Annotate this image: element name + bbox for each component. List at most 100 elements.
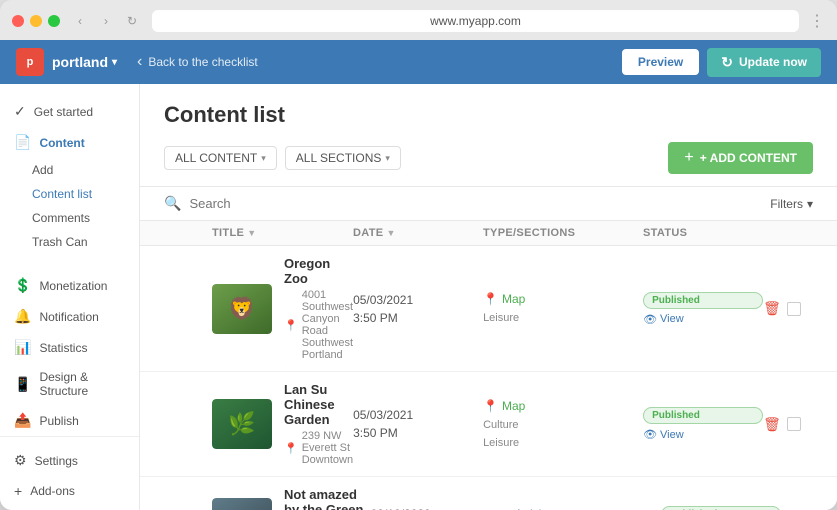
item-type-2: 📍 Map Culture Leisure: [483, 397, 643, 452]
item-thumbnail-2: 🌿: [212, 399, 272, 449]
status-badge-3: Published: [661, 506, 781, 510]
maximize-button[interactable]: [48, 15, 60, 27]
addons-icon: +: [14, 483, 22, 499]
type-link-2[interactable]: 📍 Map: [483, 397, 643, 415]
nav-buttons: ‹ › ↻: [70, 11, 142, 31]
preview-button[interactable]: Preview: [622, 49, 699, 75]
location-icon: 📍: [284, 442, 298, 455]
sidebar-sub-item-content-list[interactable]: Content list: [0, 182, 139, 206]
item-type-3: ✏ Articles Local Tips: [501, 505, 661, 510]
monetization-icon: 💲: [14, 277, 31, 294]
item-actions-1: 🗑: [763, 300, 813, 317]
item-name-3[interactable]: Not amazed by the Green Park: [284, 487, 371, 510]
header-actions: [763, 227, 813, 239]
item-name-2[interactable]: Lan Su Chinese Garden: [284, 382, 353, 427]
view-link-2[interactable]: 👁 View: [643, 428, 763, 441]
search-input[interactable]: [189, 196, 762, 211]
main-layout: ✓ Get started 📄 Content Add Content list…: [0, 84, 837, 510]
item-status-1: Published 👁 View: [643, 292, 763, 326]
table-row: 🌿 Lan Su Chinese Garden 📍 239 NW Everett…: [140, 372, 837, 477]
sidebar-item-publish[interactable]: 📤 Publish: [0, 405, 139, 436]
type-sections-2: Culture: [483, 417, 643, 434]
traffic-lights: [12, 15, 60, 27]
map-icon: 📍: [483, 290, 498, 308]
type-sections-1: Leisure: [483, 310, 643, 327]
view-link-1[interactable]: 👁 View: [643, 313, 763, 326]
app: p portland ▾ Back to the checklist Previ…: [0, 40, 837, 510]
close-button[interactable]: [12, 15, 24, 27]
update-now-button[interactable]: Update now: [707, 48, 821, 77]
item-type-1: 📍 Map Leisure: [483, 290, 643, 327]
search-bar: 🔍 Filters ▾: [140, 187, 837, 221]
item-actions-2: 🗑: [763, 416, 813, 433]
sidebar-item-notification[interactable]: 🔔 Notification: [0, 301, 139, 332]
item-subtitle-1: 📍 4001 Southwest Canyon Road Southwest P…: [284, 289, 353, 361]
workspace-selector[interactable]: portland ▾: [52, 54, 117, 70]
sidebar-sub-item-add[interactable]: Add: [0, 158, 139, 182]
sidebar-item-get-started[interactable]: ✓ Get started: [0, 96, 139, 127]
chevron-down-icon: ▾: [261, 153, 266, 164]
all-content-filter[interactable]: ALL CONTENT ▾: [164, 146, 277, 170]
address-bar[interactable]: www.myapp.com: [152, 10, 799, 32]
content-icon: 📄: [14, 134, 31, 151]
location-icon: 📍: [284, 319, 298, 332]
workspace-label: portland: [52, 54, 108, 70]
select-checkbox-2[interactable]: [787, 417, 801, 431]
header-status: Status: [643, 227, 763, 239]
brand-logo: p: [16, 48, 44, 76]
thumb-image-3: 🌳: [212, 498, 272, 510]
sort-icon: ▼: [386, 228, 395, 238]
header-type: Type/Sections: [483, 227, 643, 239]
item-info-3: Not amazed by the Green Park 👤 Angela Sm…: [284, 487, 371, 510]
back-to-checklist-link[interactable]: Back to the checklist: [137, 53, 258, 71]
type-sections-2b: Leisure: [483, 435, 643, 452]
sidebar-item-content[interactable]: 📄 Content: [0, 127, 139, 158]
delete-button-1[interactable]: 🗑: [763, 300, 781, 317]
sidebar-item-settings[interactable]: ⚙ Settings: [0, 445, 139, 476]
sidebar-item-add-ons[interactable]: + Add-ons: [0, 476, 139, 506]
content-filters: ALL CONTENT ▾ ALL SECTIONS ▾ + ADD CONTE…: [164, 142, 813, 174]
eye-icon: 👁: [643, 428, 657, 441]
filters-button[interactable]: Filters ▾: [770, 197, 813, 211]
all-sections-filter[interactable]: ALL SECTIONS ▾: [285, 146, 401, 170]
reload-button[interactable]: ↻: [122, 11, 142, 31]
minimize-button[interactable]: [30, 15, 42, 27]
sidebar-item-monetization[interactable]: 💲 Monetization: [0, 270, 139, 301]
notification-icon: 🔔: [14, 308, 31, 325]
statistics-icon: 📊: [14, 339, 31, 356]
thumb-image-1: 🦁: [212, 284, 272, 334]
item-title-col-2: 🌿 Lan Su Chinese Garden 📍 239 NW Everett…: [212, 382, 353, 466]
table-row: 🦁 Oregon Zoo 📍 4001 Southwest Canyon Roa…: [140, 246, 837, 372]
type-link-1[interactable]: 📍 Map: [483, 290, 643, 308]
sidebar-sub-item-comments[interactable]: Comments: [0, 206, 139, 230]
sidebar-bottom: ⚙ Settings + Add-ons: [0, 436, 139, 506]
chevron-down-icon: ▾: [385, 153, 390, 164]
back-nav-button[interactable]: ‹: [70, 11, 90, 31]
publish-icon: 📤: [14, 412, 31, 429]
header-checkbox: [164, 227, 212, 239]
type-link-3[interactable]: ✏ Articles: [501, 505, 661, 510]
header-date[interactable]: Date ▼: [353, 227, 483, 239]
check-icon: ✓: [14, 103, 26, 120]
eye-icon: 👁: [643, 313, 657, 326]
sidebar-sub-item-trash-can[interactable]: Trash Can: [0, 230, 139, 254]
table-row: 🌳 Not amazed by the Green Park 👤 Angela …: [140, 477, 837, 510]
item-info-1: Oregon Zoo 📍 4001 Southwest Canyon Road …: [284, 256, 353, 361]
item-status-2: Published 👁 View: [643, 407, 763, 441]
item-thumbnail-3: 🌳: [212, 498, 272, 510]
item-date-2: 05/03/2021 3:50 PM: [353, 406, 483, 442]
delete-button-2[interactable]: 🗑: [763, 416, 781, 433]
select-checkbox-1[interactable]: [787, 302, 801, 316]
forward-nav-button[interactable]: ›: [96, 11, 116, 31]
sidebar-item-statistics[interactable]: 📊 Statistics: [0, 332, 139, 363]
sidebar-item-design-structure[interactable]: 📱 Design & Structure: [0, 363, 139, 405]
item-info-2: Lan Su Chinese Garden 📍 239 NW Everett S…: [284, 382, 353, 466]
browser-menu-icon[interactable]: ⋮: [809, 11, 825, 31]
add-content-button[interactable]: + ADD CONTENT: [668, 142, 813, 174]
articles-icon: ✏: [501, 505, 511, 510]
item-name-1[interactable]: Oregon Zoo: [284, 256, 353, 286]
browser-chrome: ‹ › ↻ www.myapp.com ⋮: [0, 0, 837, 40]
item-title-col-3: 🌳 Not amazed by the Green Park 👤 Angela …: [212, 487, 371, 510]
map-icon: 📍: [483, 397, 498, 415]
header-title[interactable]: Title ▼: [212, 227, 353, 239]
